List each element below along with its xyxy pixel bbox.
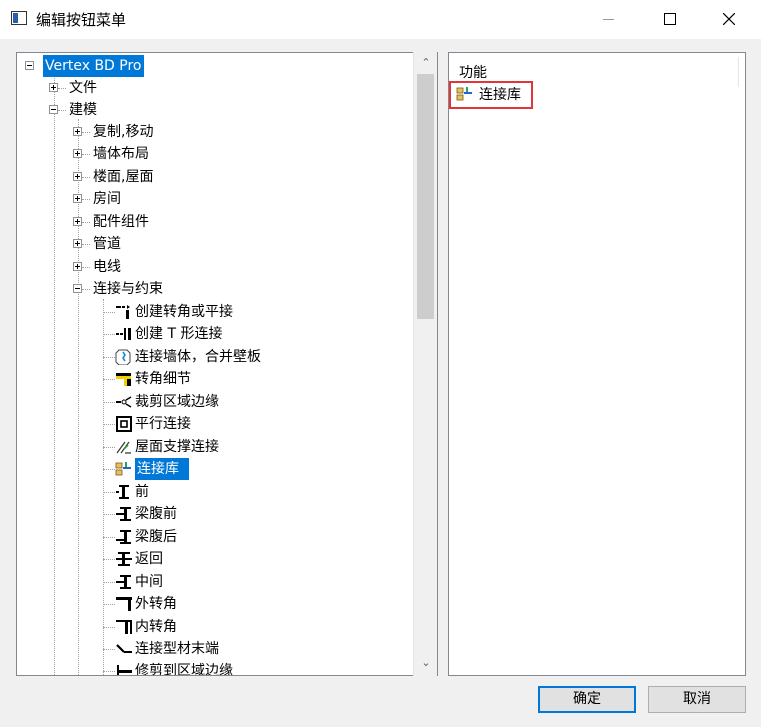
inner-corner-icon <box>116 620 132 634</box>
expand-icon[interactable] <box>73 172 82 181</box>
outer-corner-icon <box>116 597 132 611</box>
cancel-button[interactable]: 取消 <box>648 686 746 713</box>
t-join-icon <box>116 328 131 340</box>
expand-icon[interactable] <box>73 262 82 271</box>
middle-icon <box>116 575 131 589</box>
parallel-join-icon <box>116 416 132 432</box>
close-icon <box>723 13 735 25</box>
title-bar: 编辑按钮菜单 <box>0 0 761 39</box>
connection-library-icon <box>115 462 131 476</box>
collapse-icon[interactable] <box>25 61 34 70</box>
scroll-down-icon[interactable]: ⌄ <box>421 657 431 668</box>
column-divider[interactable] <box>738 57 739 87</box>
expand-icon[interactable] <box>73 194 82 203</box>
ok-button[interactable]: 确定 <box>538 686 636 713</box>
list-header: 功能 <box>459 65 487 81</box>
app-icon <box>11 11 27 25</box>
expand-icon[interactable] <box>73 217 82 226</box>
tree-root-label: Vertex BD Pro <box>43 55 144 77</box>
corner-detail-icon <box>116 373 131 386</box>
collapse-icon[interactable] <box>73 284 82 293</box>
expand-icon[interactable] <box>73 127 82 136</box>
profile-end-icon <box>116 644 132 653</box>
maximize-button[interactable] <box>647 0 693 39</box>
function-list[interactable]: 功能 连接库 <box>448 52 746 676</box>
back-icon <box>116 552 132 566</box>
roof-support-icon <box>116 441 131 454</box>
web-back-icon <box>116 530 131 544</box>
web-front-icon <box>116 507 131 521</box>
list-item-connection-library[interactable]: 连接库 <box>449 81 533 109</box>
tree-scrollbar[interactable]: ⌃ ⌄ <box>413 52 437 676</box>
expand-icon[interactable] <box>49 83 58 92</box>
window-title: 编辑按钮菜单 <box>36 11 127 29</box>
wall-connect-icon <box>115 349 131 365</box>
scroll-up-icon[interactable]: ⌃ <box>421 57 431 68</box>
expand-icon[interactable] <box>73 149 82 158</box>
scrollbar-thumb[interactable] <box>417 74 434 319</box>
trim-to-edge-icon <box>117 665 132 675</box>
expand-icon[interactable] <box>73 239 82 248</box>
close-button[interactable] <box>706 0 752 39</box>
connection-library-icon <box>456 87 472 101</box>
corner-join-icon <box>116 305 130 319</box>
menu-tree[interactable]: Vertex BD Pro 文件 建模 复制,移动 墙体布局 楼面,屋面 房间 … <box>16 52 438 676</box>
minimize-button[interactable] <box>586 0 632 39</box>
trim-edge-icon <box>116 396 132 408</box>
collapse-icon[interactable] <box>49 105 58 114</box>
front-icon <box>116 485 129 499</box>
